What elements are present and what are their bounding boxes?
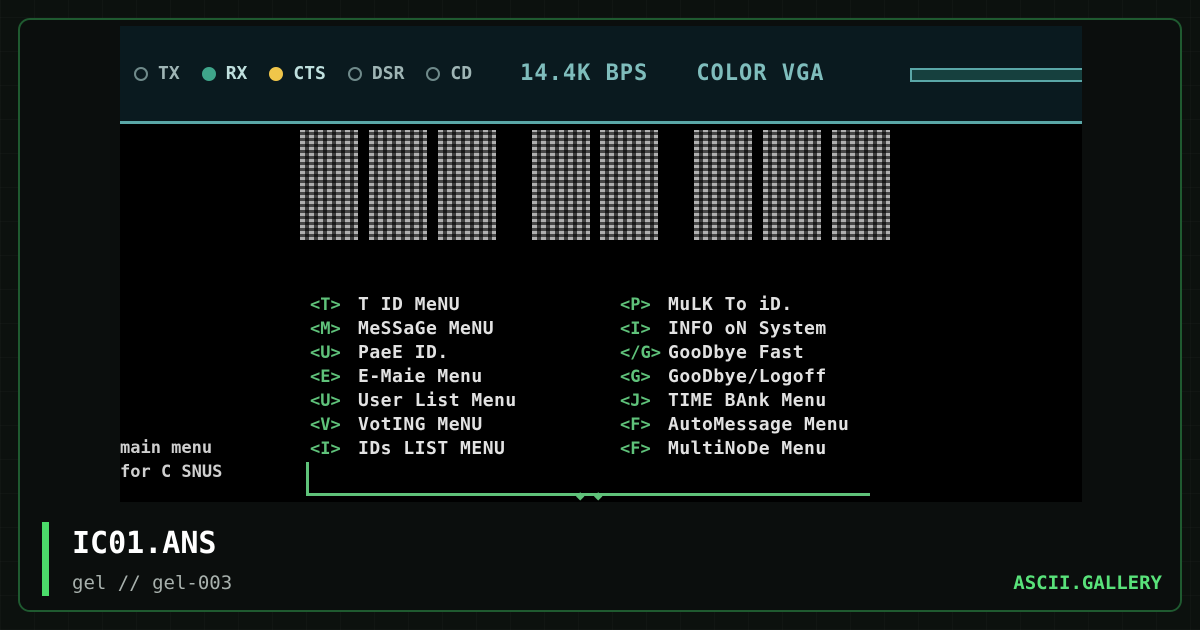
logo-block [437, 130, 496, 240]
menu-key: <V> [310, 414, 341, 435]
logo-block [368, 130, 427, 240]
menu-key: <I> [620, 318, 651, 339]
menu-key: <P> [620, 294, 651, 315]
menu-label: AutoMessage Menu [668, 414, 850, 435]
menu-key: <M> [310, 318, 341, 339]
menu-label: User List Menu [358, 390, 517, 411]
menu-label: VotING MeNU [358, 414, 483, 435]
menu-item[interactable]: <M> MeSSaGe MeNU [310, 318, 620, 339]
menu-border-horizontal [306, 493, 870, 496]
display-mode: COLOR VGA [696, 61, 825, 86]
indicator-label: CD [450, 63, 473, 84]
progress-meter [910, 68, 1082, 82]
bbs-main-menu: <T> T ID MeNU <P> MuLK To iD. <M> MeSSaGe M… [310, 294, 890, 459]
indicator-label: TX [158, 63, 180, 84]
menu-item[interactable]: </G> GooDbye Fast [620, 342, 890, 363]
modem-status-bar: TX RX CTS DSR CD 14.4K BPS COLOR VGA [120, 26, 1082, 124]
menu-label: E-Maie Menu [358, 366, 483, 387]
menu-item[interactable]: <T> T ID MeNU [310, 294, 620, 315]
tx-led-icon [134, 66, 148, 81]
menu-label: GooDbye Fast [668, 342, 805, 363]
menu-key: <F> [620, 414, 651, 435]
indicator-label: CTS [293, 63, 326, 84]
menu-item[interactable]: <F> AutoMessage Menu [620, 414, 890, 435]
menu-item[interactable]: <E> E-Maie Menu [310, 366, 620, 387]
logo-block [600, 130, 659, 240]
dsr-led-icon [347, 66, 362, 81]
menu-label: GooDbye/Logoff [668, 366, 827, 387]
menu-key: </G> [620, 342, 661, 363]
indicator-cd: CD [426, 63, 472, 84]
menu-item[interactable]: <V> VotING MeNU [310, 414, 620, 435]
menu-item[interactable]: <U> User List Menu [310, 390, 620, 411]
terminal-screen: TX RX CTS DSR CD 14.4K BPS COLOR VGA <T>… [120, 26, 1082, 506]
indicator-tx: TX [134, 63, 180, 84]
artwork-footer: IC01.ANS gel // gel-003 ASCII.GALLERY [20, 502, 1180, 610]
menu-label: INFO oN System [668, 318, 827, 339]
preview-frame: TX RX CTS DSR CD 14.4K BPS COLOR VGA <T>… [18, 18, 1182, 612]
logo-block [531, 130, 590, 240]
menu-key: <F> [620, 438, 651, 459]
logo-block [300, 130, 358, 240]
menu-key: <I> [310, 438, 341, 459]
artwork-author: gel // gel-003 [72, 572, 233, 594]
cd-led-icon [426, 66, 441, 81]
menu-label: TIME BAnk Menu [668, 390, 827, 411]
menu-key: <T> [310, 294, 341, 315]
side-caption-line: for C SNUS [120, 462, 223, 482]
menu-item[interactable]: <I> IDs LIST MENU [310, 438, 620, 459]
indicator-label: DSR [371, 63, 405, 84]
menu-item[interactable]: <J> TIME BAnk Menu [620, 390, 890, 411]
logo-block [831, 130, 890, 240]
menu-key: <E> [310, 366, 341, 387]
menu-label: IDs LIST MENU [358, 438, 506, 459]
menu-key: <U> [310, 342, 341, 363]
ansi-logo-art [300, 130, 890, 240]
menu-label: MultiNoDe Menu [668, 438, 827, 459]
menu-item[interactable]: <I> INFO oN System [620, 318, 890, 339]
menu-label: T ID MeNU [358, 294, 461, 315]
side-caption-line: main menu [120, 438, 213, 458]
menu-label: MeSSaGe MeNU [358, 318, 495, 339]
indicator-rx: RX [201, 63, 248, 84]
menu-key: <U> [310, 390, 341, 411]
menu-item[interactable]: <G> GooDbye/Logoff [620, 366, 890, 387]
menu-label: PaeE ID. [358, 342, 449, 363]
rx-led-icon [201, 66, 216, 81]
menu-key: <G> [620, 366, 651, 387]
side-caption: main menu for C SNUS [120, 436, 222, 484]
accent-bar [42, 522, 49, 596]
cts-led-icon [269, 66, 284, 81]
indicator-label: RX [225, 63, 248, 84]
connection-speed: 14.4K BPS [520, 61, 649, 86]
menu-border-vertical [306, 462, 309, 496]
logo-block [694, 130, 753, 240]
menu-item[interactable]: <P> MuLK To iD. [620, 294, 890, 315]
artwork-title: IC01.ANS [72, 526, 217, 561]
menu-label: MuLK To iD. [668, 294, 793, 315]
menu-item[interactable]: <U> PaeE ID. [310, 342, 620, 363]
site-brand[interactable]: ASCII.GALLERY [1013, 572, 1162, 594]
menu-key: <J> [620, 390, 651, 411]
indicator-cts: CTS [269, 63, 326, 84]
menu-item[interactable]: <F> MultiNoDe Menu [620, 438, 890, 459]
indicator-dsr: DSR [347, 63, 405, 84]
logo-block [763, 130, 821, 240]
